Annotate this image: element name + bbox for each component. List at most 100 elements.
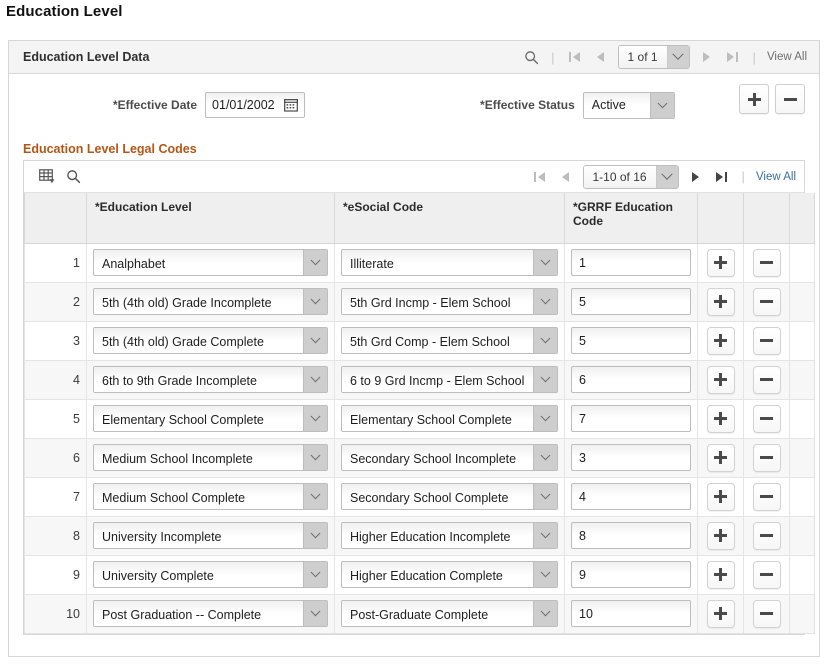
grrf-education-code-input[interactable]: 6 <box>571 366 691 393</box>
grrf-education-code-input[interactable]: 5 <box>571 288 691 315</box>
add-row-button[interactable] <box>707 444 735 472</box>
chevron-down-icon[interactable] <box>533 367 557 392</box>
esocial-code-select[interactable]: Elementary School Complete <box>341 405 558 432</box>
grrf-education-code-input[interactable]: 1 <box>571 249 691 276</box>
education-level-select[interactable]: 5th (4th old) Grade Incomplete <box>93 288 328 315</box>
esocial-code-select[interactable]: 5th Grd Comp - Elem School <box>341 327 558 354</box>
chevron-down-icon[interactable] <box>303 562 327 587</box>
search-icon[interactable] <box>518 45 544 69</box>
grrf-education-code-input[interactable]: 8 <box>571 522 691 549</box>
delete-row-button[interactable] <box>753 405 781 433</box>
effective-date-field[interactable]: 01/01/2002 <box>205 92 305 118</box>
view-all-link[interactable]: View All <box>763 51 807 63</box>
add-row-button[interactable] <box>707 288 735 316</box>
chevron-down-icon[interactable] <box>650 93 674 118</box>
chevron-down-icon[interactable] <box>533 250 557 275</box>
grrf-education-code-input[interactable]: 3 <box>571 444 691 471</box>
education-level-select[interactable]: Analphabet <box>93 249 328 276</box>
grid-last-button[interactable] <box>709 165 735 189</box>
chevron-down-icon[interactable] <box>303 250 327 275</box>
chevron-down-icon[interactable] <box>303 367 327 392</box>
chevron-down-icon[interactable] <box>303 484 327 509</box>
esocial-code-select[interactable]: 6 to 9 Grd Incmp - Elem School <box>341 366 558 393</box>
add-row-button[interactable] <box>707 366 735 394</box>
delete-row-button[interactable] <box>753 249 781 277</box>
delete-row-button[interactable] <box>753 444 781 472</box>
grid-previous-button[interactable] <box>553 165 579 189</box>
chevron-down-icon[interactable] <box>533 601 557 626</box>
chevron-down-icon[interactable] <box>533 406 557 431</box>
delete-row-button[interactable] <box>753 327 781 355</box>
add-row-button[interactable] <box>707 405 735 433</box>
delete-effective-row-button[interactable] <box>775 84 805 114</box>
education-level-select[interactable]: University Complete <box>93 561 328 588</box>
add-row-button[interactable] <box>707 561 735 589</box>
esocial-code-select[interactable]: Illiterate <box>341 249 558 276</box>
row-number: 9 <box>25 555 87 594</box>
education-level-select[interactable]: Post Graduation -- Complete <box>93 600 328 627</box>
chevron-down-icon[interactable] <box>533 484 557 509</box>
delete-row-button[interactable] <box>753 366 781 394</box>
esocial-code-select[interactable]: Post-Graduate Complete <box>341 600 558 627</box>
next-row-button[interactable] <box>694 45 720 69</box>
chevron-down-icon[interactable] <box>303 601 327 626</box>
esocial-code-select[interactable]: Secondary School Incomplete <box>341 444 558 471</box>
column-grrf-education-code[interactable]: *GRRF Education Code <box>565 193 698 243</box>
previous-row-button[interactable] <box>588 45 614 69</box>
column-education-level[interactable]: *Education Level <box>87 193 335 243</box>
grid-personalize-icon[interactable] <box>34 165 60 189</box>
education-level-select[interactable]: Medium School Incomplete <box>93 444 328 471</box>
table-row: 46th to 9th Grade Incomplete6 to 9 Grd I… <box>25 360 815 399</box>
chevron-down-icon[interactable] <box>303 328 327 353</box>
level-counter[interactable]: 1 of 1 <box>618 45 690 69</box>
chevron-down-icon[interactable] <box>533 289 557 314</box>
grrf-education-code-input[interactable]: 10 <box>571 600 691 627</box>
add-row-button[interactable] <box>707 327 735 355</box>
esocial-code-select[interactable]: Higher Education Incomplete <box>341 522 558 549</box>
add-row-button[interactable] <box>707 249 735 277</box>
delete-row-button[interactable] <box>753 561 781 589</box>
grid-next-button[interactable] <box>683 165 709 189</box>
last-row-button[interactable] <box>720 45 746 69</box>
education-level-value: 5th (4th old) Grade Incomplete <box>94 289 303 315</box>
grid-find-icon[interactable] <box>60 165 86 189</box>
grrf-education-code-input[interactable]: 4 <box>571 483 691 510</box>
grrf-education-code-input[interactable]: 7 <box>571 405 691 432</box>
esocial-code-select[interactable]: Secondary School Complete <box>341 483 558 510</box>
grid-counter[interactable]: 1-10 of 16 <box>583 165 679 189</box>
delete-row-button[interactable] <box>753 522 781 550</box>
esocial-code-select[interactable]: Higher Education Complete <box>341 561 558 588</box>
column-delete <box>744 193 790 243</box>
add-row-button[interactable] <box>707 483 735 511</box>
calendar-icon[interactable] <box>284 98 298 112</box>
education-level-select[interactable]: University Incomplete <box>93 522 328 549</box>
chevron-down-icon[interactable] <box>303 406 327 431</box>
chevron-down-icon[interactable] <box>533 328 557 353</box>
first-row-button[interactable] <box>562 45 588 69</box>
education-level-select[interactable]: Elementary School Complete <box>93 405 328 432</box>
chevron-down-icon[interactable] <box>533 523 557 548</box>
education-level-select[interactable]: Medium School Complete <box>93 483 328 510</box>
chevron-down-icon[interactable] <box>667 46 689 68</box>
delete-row-button[interactable] <box>753 288 781 316</box>
column-esocial-code[interactable]: *eSocial Code <box>335 193 565 243</box>
education-level-select[interactable]: 5th (4th old) Grade Complete <box>93 327 328 354</box>
grrf-education-code-input[interactable]: 5 <box>571 327 691 354</box>
grrf-education-code-input[interactable]: 9 <box>571 561 691 588</box>
add-row-button[interactable] <box>707 600 735 628</box>
chevron-down-icon[interactable] <box>533 562 557 587</box>
delete-row-button[interactable] <box>753 483 781 511</box>
chevron-down-icon[interactable] <box>303 289 327 314</box>
grid-view-all-link[interactable]: View All <box>752 171 796 183</box>
education-level-select[interactable]: 6th to 9th Grade Incomplete <box>93 366 328 393</box>
effective-status-select[interactable]: Active <box>583 92 675 119</box>
delete-row-button[interactable] <box>753 600 781 628</box>
chevron-down-icon[interactable] <box>533 445 557 470</box>
add-effective-row-button[interactable] <box>739 84 769 114</box>
grid-first-button[interactable] <box>527 165 553 189</box>
chevron-down-icon[interactable] <box>656 166 678 188</box>
add-row-button[interactable] <box>707 522 735 550</box>
chevron-down-icon[interactable] <box>303 445 327 470</box>
esocial-code-select[interactable]: 5th Grd Incmp - Elem School <box>341 288 558 315</box>
chevron-down-icon[interactable] <box>303 523 327 548</box>
